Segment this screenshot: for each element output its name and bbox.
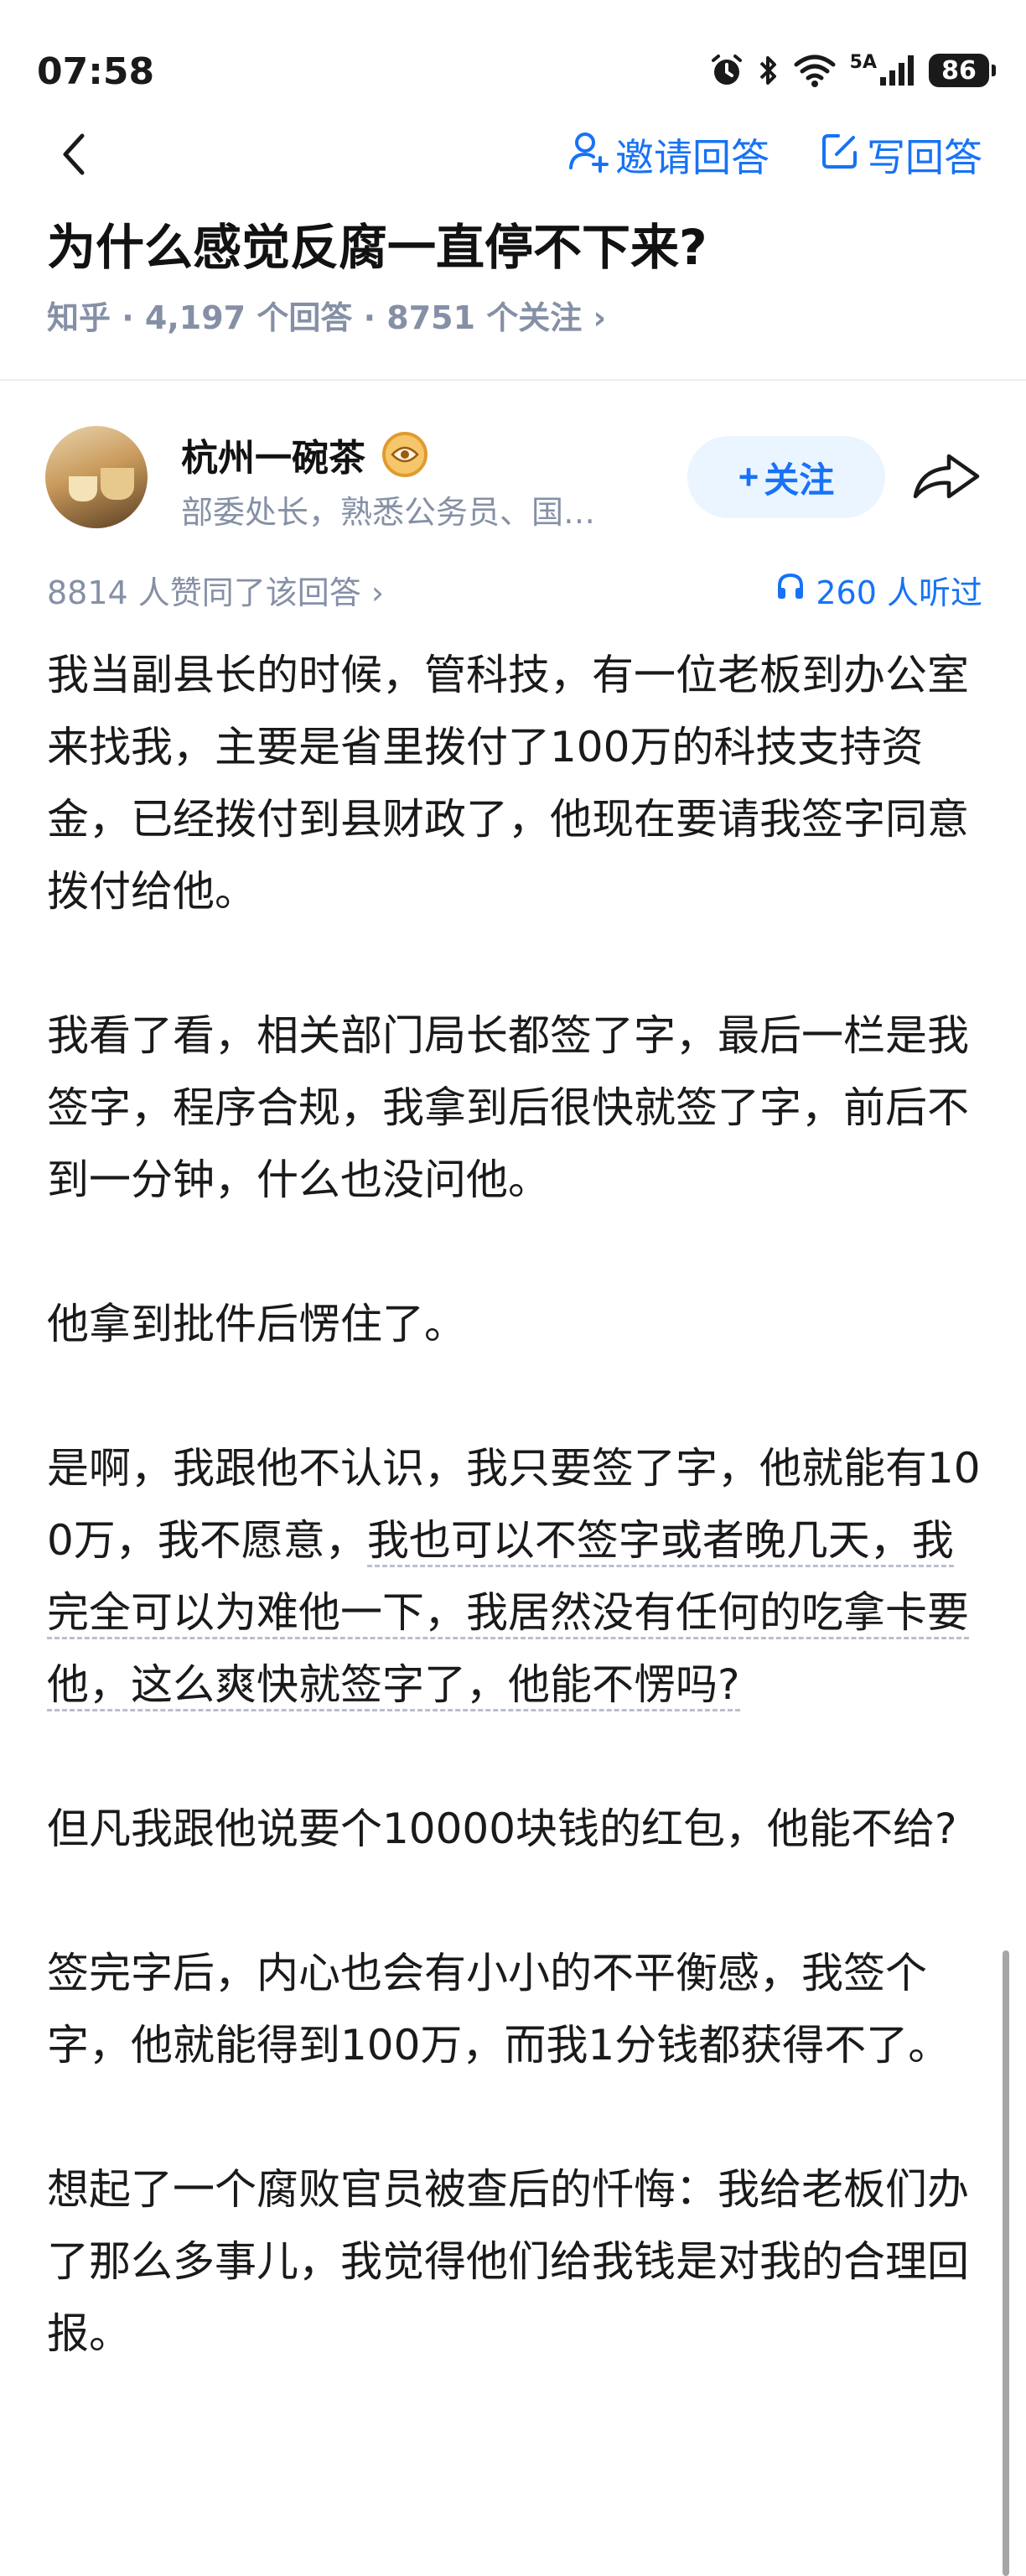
paragraph: 我看了看，相关部门局长都签了字，最后一栏是我签字，程序合规，我拿到后很快就签了字… — [47, 1011, 969, 1204]
source-label: 知乎 — [47, 299, 111, 336]
scrollbar[interactable] — [1003, 1950, 1009, 2576]
paragraph: 签完字后，内心也会有小小的不平衡感，我签个字，他就能得到100万，而我1分钱都获… — [47, 1949, 951, 2070]
back-button[interactable] — [50, 129, 101, 179]
follow-label: 关注 — [764, 460, 835, 500]
answers-count: 4,197 个回答 — [144, 299, 353, 336]
battery-level: 86 — [941, 55, 977, 86]
write-answer-label: 写回答 — [867, 135, 982, 180]
status-icons: 5A 86 — [709, 52, 996, 89]
author-name-row[interactable]: 杭州一碗茶 — [181, 428, 428, 481]
bluetooth-icon — [758, 52, 780, 89]
listen-count-label: 260 人听过 — [816, 574, 982, 611]
status-bar: 07:58 5A 86 — [0, 0, 1026, 126]
edit-icon — [820, 131, 860, 180]
invite-answer-label: 邀请回答 — [615, 135, 770, 180]
paragraph: 是啊，我跟他不认识，我只要签了字，他就能有100万，我不愿意，我也可以不签字或者… — [47, 1432, 986, 1721]
status-time: 07:58 — [37, 50, 155, 93]
write-answer-button[interactable]: 写回答 — [820, 127, 982, 183]
paragraph: 但凡我跟他说要个10000块钱的红包，他能不给? — [47, 1805, 957, 1853]
chevron-left-icon — [50, 133, 101, 183]
question-title[interactable]: 为什么感觉反腐一直停不下来? — [47, 208, 707, 278]
author-row: 杭州一碗茶 部委处长，熟悉公务员、国… + 关注 — [0, 419, 1026, 545]
avatar[interactable] — [45, 426, 148, 528]
avatar-cup-shape — [101, 468, 134, 500]
eye-badge-icon — [382, 432, 428, 477]
divider — [0, 379, 1026, 381]
headphones-icon — [775, 571, 806, 609]
follow-button[interactable]: + 关注 — [687, 436, 885, 518]
author-name: 杭州一碗茶 — [181, 437, 365, 480]
network-type: 5A — [849, 52, 877, 73]
likes-count[interactable]: 8814 人赞同了该回答 › — [47, 567, 384, 613]
answer-content: 我当副县长的时候，管科技，有一位老板到办公室来找我，主要是省里拨付了100万的科… — [47, 639, 986, 2442]
paragraph: 想起了一个腐败官员被查后的忏悔：我给老板们办了那么多事儿，我觉得他们给我钱是对我… — [47, 2165, 969, 2358]
cellular-signal-icon: 5A — [850, 52, 915, 89]
battery-icon: 86 — [929, 54, 996, 87]
plus-icon: + — [738, 457, 759, 496]
nav-bar: 邀请回答 写回答 — [0, 126, 1026, 181]
paragraph: 我当副县长的时候，管科技，有一位老板到办公室来找我，主要是省里拨付了100万的科… — [47, 651, 969, 916]
paragraph: 他拿到批件后愣住了。 — [47, 1300, 466, 1348]
chevron-right-icon: › — [593, 299, 607, 336]
author-description: 部委处长，熟悉公务员、国… — [181, 494, 596, 531]
share-button[interactable] — [910, 449, 982, 505]
listen-count[interactable]: 260 人听过 — [775, 567, 982, 613]
question-meta[interactable]: 知乎 · 4,197 个回答 · 8751 个关注 › — [47, 292, 606, 338]
share-arrow-icon — [910, 454, 982, 508]
invite-answer-button[interactable]: 邀请回答 — [568, 127, 770, 183]
alarm-icon — [709, 52, 744, 89]
wifi-icon — [793, 52, 837, 89]
person-plus-icon — [568, 129, 609, 182]
answer-stats: 8814 人赞同了该回答 › 260 人听过 — [0, 564, 1026, 614]
avatar-cup-shape — [69, 476, 97, 501]
followers-count: 8751 个关注 — [386, 299, 583, 336]
meta-separator: · — [352, 299, 387, 336]
meta-separator: · — [111, 299, 145, 336]
